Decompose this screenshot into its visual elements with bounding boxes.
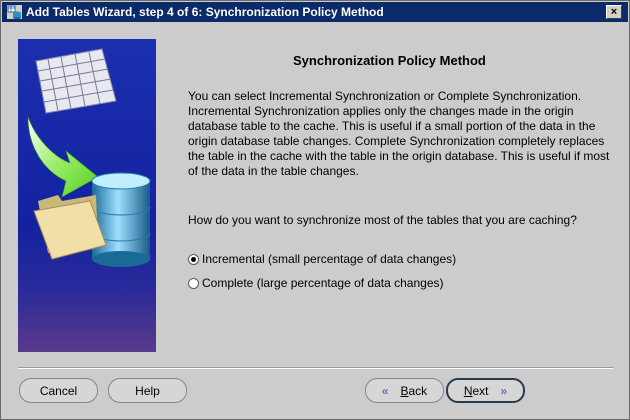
page-heading: Synchronization Policy Method [293, 53, 486, 68]
wizard-banner-image [18, 39, 156, 352]
next-button[interactable]: Next » [446, 378, 525, 403]
window-title: Add Tables Wizard, step 4 of 6: Synchron… [26, 5, 384, 19]
question-text: How do you want to synchronize most of t… [188, 213, 577, 227]
chevron-right-icon: » [500, 383, 508, 398]
close-button[interactable]: × [606, 5, 622, 19]
cancel-button[interactable]: Cancel [19, 378, 98, 403]
app-icon [7, 5, 22, 19]
back-label: Back [400, 383, 428, 398]
radio-button-complete[interactable] [188, 277, 199, 289]
database-graphic [91, 172, 151, 267]
radio-label-complete: Complete (large percentage of data chang… [202, 276, 444, 290]
help-button[interactable]: Help [108, 378, 187, 403]
description-text: You can select Incremental Synchronizati… [188, 89, 610, 178]
radio-complete[interactable]: Complete (large percentage of data chang… [188, 276, 443, 290]
wizard-dialog: Add Tables Wizard, step 4 of 6: Synchron… [0, 0, 630, 420]
radio-label-incremental: Incremental (small percentage of data ch… [202, 252, 457, 266]
title-bar[interactable]: Add Tables Wizard, step 4 of 6: Synchron… [2, 2, 628, 22]
table-grid-graphic [35, 48, 117, 114]
back-button[interactable]: « Back [365, 378, 444, 403]
next-label: Next [463, 383, 489, 398]
footer-separator [18, 367, 613, 369]
chevron-left-icon: « [381, 383, 389, 398]
radio-incremental[interactable]: Incremental (small percentage of data ch… [188, 252, 456, 266]
close-icon: × [610, 6, 618, 18]
radio-button-incremental[interactable] [188, 253, 199, 265]
